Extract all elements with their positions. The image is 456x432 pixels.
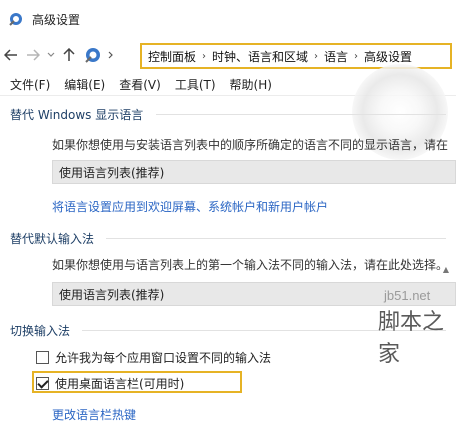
window-title: 高级设置 — [32, 12, 81, 27]
apply-language-settings-link[interactable]: 将语言设置应用到欢迎屏幕、系统帐户和新用户帐户 — [52, 198, 328, 215]
switch-input-title: 切换输入法 — [10, 324, 71, 338]
recent-locations-button[interactable] — [44, 44, 58, 66]
control-panel-location-icon — [85, 48, 100, 63]
per-app-input-checkbox-row[interactable]: 允许我为每个应用窗口设置不同的输入法 — [36, 349, 271, 366]
display-language-select-value: 使用语言列表(推荐) — [59, 165, 165, 180]
breadcrumb-language[interactable]: 语言 — [324, 48, 348, 65]
chevron-right-icon — [108, 51, 113, 59]
forward-button[interactable] — [22, 44, 44, 66]
language-bar-hotkeys-link[interactable]: 更改语言栏热键 — [52, 406, 136, 423]
input-method-title: 替代默认输入法 — [10, 232, 95, 246]
scroll-up-button[interactable]: ▲ — [439, 263, 453, 275]
menu-tools[interactable]: 工具(T) — [175, 76, 216, 93]
section-divider — [106, 238, 446, 239]
per-app-input-checkbox[interactable] — [36, 351, 49, 364]
up-button[interactable] — [58, 44, 80, 66]
location-chevron[interactable] — [104, 44, 118, 66]
section-divider — [156, 114, 446, 115]
breadcrumb-separator-icon[interactable]: › — [202, 51, 206, 62]
display-language-description: 如果你想使用与安装语言列表中的顺序所确定的语言不同的显示语言，请在 — [52, 138, 449, 152]
desktop-language-bar-checkbox-row[interactable]: 使用桌面语言栏(可用时) — [36, 375, 184, 392]
breadcrumb-separator-icon[interactable]: › — [314, 51, 318, 62]
title-bar: 高级设置 — [0, 0, 456, 38]
display-language-select[interactable]: 使用语言列表(推荐) — [52, 160, 456, 184]
per-app-input-label: 允许我为每个应用窗口设置不同的输入法 — [55, 351, 272, 365]
control-panel-icon — [9, 13, 22, 26]
breadcrumb-separator-icon[interactable]: › — [354, 51, 358, 62]
breadcrumb-clock-language-region[interactable]: 时钟、语言和区域 — [212, 48, 308, 65]
watermark-site: jb51.net — [384, 288, 431, 303]
menu-file[interactable]: 文件(F) — [10, 76, 50, 93]
back-button[interactable] — [0, 44, 22, 66]
arrow-right-icon — [27, 49, 40, 61]
menu-help[interactable]: 帮助(H) — [230, 76, 272, 93]
menu-edit[interactable]: 编辑(E) — [64, 76, 105, 93]
chevron-down-icon — [47, 52, 55, 57]
arrow-left-icon — [4, 49, 17, 61]
menu-view[interactable]: 查看(V) — [119, 76, 161, 93]
arrow-up-icon — [63, 48, 75, 61]
desktop-language-bar-label: 使用桌面语言栏(可用时) — [55, 377, 185, 391]
display-language-title: 替代 Windows 显示语言 — [10, 108, 144, 122]
input-method-description: 如果你想使用与语言列表上的第一个输入法不同的输入法，请在此处选择。 — [52, 258, 449, 272]
breadcrumb-control-panel[interactable]: 控制面板 — [148, 48, 196, 65]
settings-content: 替代 Windows 显示语言 如果你想使用与安装语言列表中的顺序所确定的语言不… — [0, 96, 456, 432]
input-method-select-value: 使用语言列表(推荐) — [59, 287, 165, 302]
watermark-brand: 脚本之家 — [378, 310, 445, 367]
desktop-language-bar-checkbox[interactable] — [36, 377, 49, 390]
breadcrumb-advanced-settings[interactable]: 高级设置 — [364, 48, 412, 65]
